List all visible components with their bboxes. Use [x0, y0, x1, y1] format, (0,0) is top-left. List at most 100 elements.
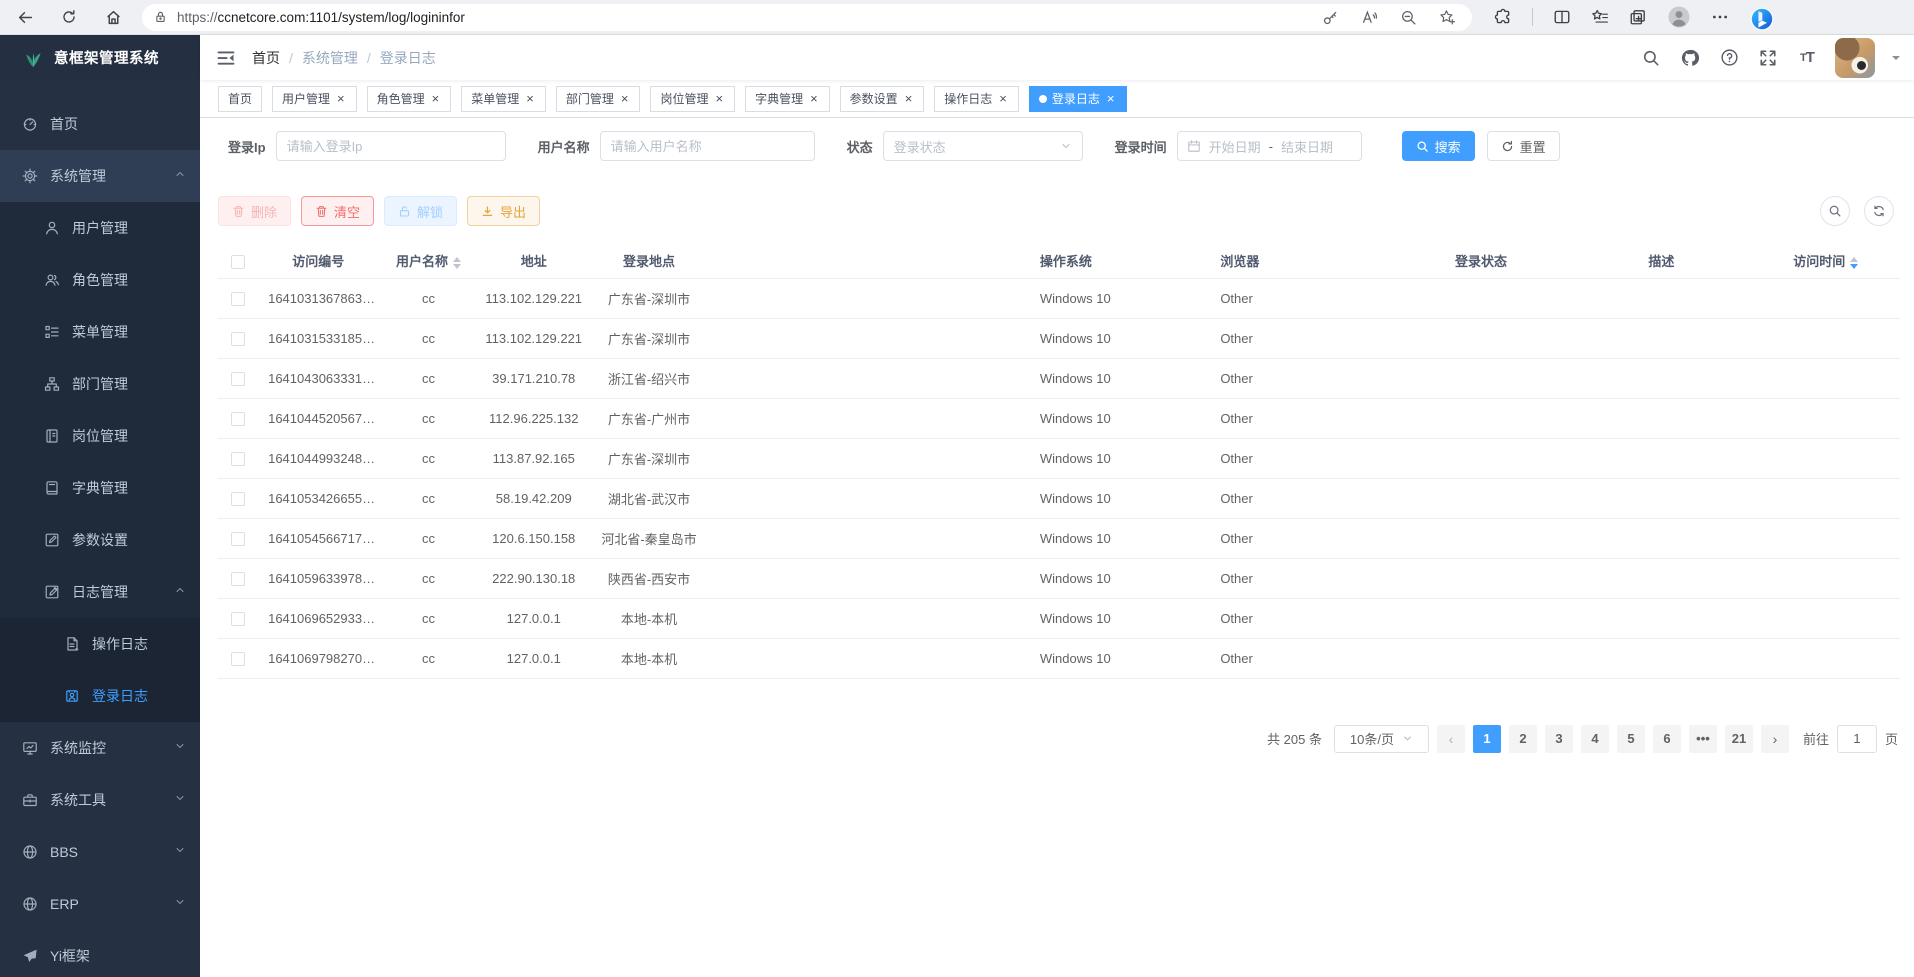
row-checkbox[interactable]: [231, 412, 245, 426]
breadcrumb-home[interactable]: 首页: [252, 48, 280, 68]
close-icon[interactable]: ×: [619, 91, 631, 106]
sidebar-item-yi-framework[interactable]: Yi框架: [0, 930, 200, 977]
sidebar-item-menu-management[interactable]: 菜单管理: [0, 306, 200, 358]
close-icon[interactable]: ×: [524, 91, 536, 106]
sidebar-item-role-management[interactable]: 角色管理: [0, 254, 200, 306]
github-icon[interactable]: [1679, 47, 1701, 69]
password-key-icon[interactable]: [1322, 9, 1339, 26]
fullscreen-icon[interactable]: [1757, 47, 1779, 69]
settings-dots-icon[interactable]: [1711, 8, 1729, 26]
user-name-input[interactable]: [600, 131, 815, 161]
column-header-user-name[interactable]: 用户名称: [378, 244, 478, 278]
page-button-6[interactable]: 6: [1653, 725, 1681, 753]
close-icon[interactable]: ×: [808, 91, 820, 106]
bing-chat-icon[interactable]: [1749, 6, 1771, 28]
tab-menu-management[interactable]: 菜单管理×: [461, 86, 546, 112]
page-button-4[interactable]: 4: [1581, 725, 1609, 753]
help-icon[interactable]: [1718, 47, 1740, 69]
show-search-toggle-button[interactable]: [1820, 196, 1850, 226]
sidebar-item-login-log[interactable]: 登录日志: [0, 670, 200, 722]
page-size-select[interactable]: 10条/页: [1334, 725, 1429, 753]
row-checkbox[interactable]: [231, 332, 245, 346]
sidebar-collapse-icon[interactable]: [216, 48, 236, 68]
close-icon[interactable]: ×: [430, 91, 442, 106]
sidebar-item-dept-management[interactable]: 部门管理: [0, 358, 200, 410]
avatar-caret-icon[interactable]: [1892, 56, 1900, 64]
sidebar-item-bbs[interactable]: BBS: [0, 826, 200, 878]
tab-home[interactable]: 首页: [218, 86, 262, 112]
extensions-puzzle-icon[interactable]: [1494, 8, 1512, 26]
sidebar-item-system-management[interactable]: 系统管理: [0, 150, 200, 202]
sidebar-item-dict-management[interactable]: 字典管理: [0, 462, 200, 514]
app-logo[interactable]: 意框架管理系统: [0, 35, 200, 80]
prev-page-button[interactable]: ‹: [1437, 725, 1465, 753]
sidebar-item-system-monitor[interactable]: 系统监控: [0, 722, 200, 774]
search-button[interactable]: 搜索: [1402, 131, 1475, 161]
close-icon[interactable]: ×: [903, 91, 915, 106]
sidebar-item-home[interactable]: 首页: [0, 98, 200, 150]
row-checkbox[interactable]: [231, 652, 245, 666]
tab-param-settings[interactable]: 参数设置×: [840, 86, 925, 112]
more-pages-button[interactable]: •••: [1689, 725, 1717, 753]
close-icon[interactable]: ×: [1105, 91, 1117, 106]
row-checkbox[interactable]: [231, 612, 245, 626]
reset-button[interactable]: 重置: [1487, 131, 1560, 161]
row-checkbox[interactable]: [231, 572, 245, 586]
page-button-3[interactable]: 3: [1545, 725, 1573, 753]
login-time-range-picker[interactable]: 开始日期 - 结束日期: [1177, 131, 1362, 161]
sort-caret-icon[interactable]: [1850, 257, 1858, 269]
tab-post-management[interactable]: 岗位管理×: [650, 86, 735, 112]
tab-login-log[interactable]: 登录日志×: [1029, 86, 1127, 112]
page-button-5[interactable]: 5: [1617, 725, 1645, 753]
unlock-button[interactable]: 解锁: [384, 196, 457, 226]
split-screen-icon[interactable]: [1553, 8, 1571, 26]
browser-back-icon[interactable]: [10, 2, 40, 32]
row-checkbox[interactable]: [231, 452, 245, 466]
sidebar-item-post-management[interactable]: 岗位管理: [0, 410, 200, 462]
sidebar-item-operation-log[interactable]: 操作日志: [0, 618, 200, 670]
login-ip-input[interactable]: [276, 131, 506, 161]
sidebar-item-param-settings[interactable]: 参数设置: [0, 514, 200, 566]
favorite-star-add-icon[interactable]: [1439, 9, 1456, 26]
select-all-checkbox[interactable]: [231, 255, 245, 269]
browser-refresh-icon[interactable]: [54, 2, 84, 32]
tab-dept-management[interactable]: 部门管理×: [556, 86, 641, 112]
sidebar-item-system-tools[interactable]: 系统工具: [0, 774, 200, 826]
next-page-button[interactable]: ›: [1761, 725, 1789, 753]
page-button-2[interactable]: 2: [1509, 725, 1537, 753]
tab-operation-log[interactable]: 操作日志×: [934, 86, 1019, 112]
delete-button[interactable]: 删除: [218, 196, 291, 226]
export-button[interactable]: 导出: [467, 196, 540, 226]
close-icon[interactable]: ×: [713, 91, 725, 106]
refresh-table-button[interactable]: [1864, 196, 1894, 226]
header-search-icon[interactable]: [1640, 47, 1662, 69]
tab-dict-management[interactable]: 字典管理×: [745, 86, 830, 112]
zoom-out-icon[interactable]: [1400, 9, 1417, 26]
sort-caret-icon[interactable]: [453, 257, 461, 269]
row-checkbox[interactable]: [231, 492, 245, 506]
favorites-bar-icon[interactable]: [1591, 8, 1609, 26]
row-checkbox[interactable]: [231, 532, 245, 546]
address-bar[interactable]: https://ccnetcore.com:1101/system/log/lo…: [142, 4, 1472, 31]
sidebar-item-user-management[interactable]: 用户管理: [0, 202, 200, 254]
close-icon[interactable]: ×: [997, 91, 1009, 106]
login-status-select[interactable]: 登录状态: [883, 131, 1083, 161]
sidebar-item-log-management[interactable]: 日志管理: [0, 566, 200, 618]
page-button-1[interactable]: 1: [1473, 725, 1501, 753]
browser-home-icon[interactable]: [98, 2, 128, 32]
page-button-21[interactable]: 21: [1725, 725, 1753, 753]
tab-user-management[interactable]: 用户管理×: [272, 86, 357, 112]
font-size-icon[interactable]: TT: [1796, 47, 1818, 69]
user-avatar[interactable]: [1835, 38, 1875, 78]
browser-profile-avatar[interactable]: [1667, 5, 1691, 29]
collections-add-tab-icon[interactable]: [1629, 8, 1647, 26]
tab-role-management[interactable]: 角色管理×: [367, 86, 452, 112]
clear-button[interactable]: 清空: [301, 196, 374, 226]
sidebar-item-erp[interactable]: ERP: [0, 878, 200, 930]
column-header-visit-time[interactable]: 访问时间: [1752, 244, 1900, 278]
row-checkbox[interactable]: [231, 292, 245, 306]
row-checkbox[interactable]: [231, 372, 245, 386]
goto-page-input[interactable]: [1837, 725, 1877, 753]
close-icon[interactable]: ×: [335, 91, 347, 106]
read-aloud-icon[interactable]: [1361, 9, 1378, 26]
